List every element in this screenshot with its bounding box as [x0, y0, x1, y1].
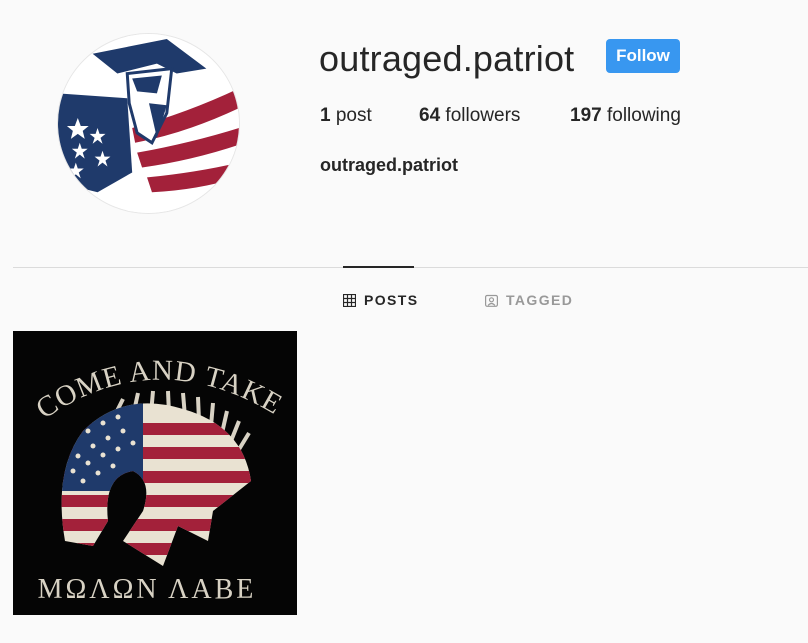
- posts-count-stat: 1 post: [320, 104, 372, 128]
- post-bottom-text: ΜΩΛΩΝ ΛΑΒΕ: [38, 574, 257, 605]
- followers-count-stat[interactable]: 64 followers: [419, 104, 520, 128]
- profile-username: outraged.patriot: [319, 38, 575, 79]
- tab-tagged[interactable]: TAGGED: [485, 290, 573, 310]
- post-image: COME AND TAKE ΜΩΛΩΝ ΛΑΒΕ: [13, 331, 297, 615]
- profile-full-name: outraged.patriot: [320, 155, 458, 175]
- tab-posts-label: POSTS: [364, 292, 419, 308]
- profile-avatar[interactable]: [57, 33, 240, 214]
- active-tab-indicator: [343, 266, 414, 268]
- patriot-logo-icon: [58, 34, 239, 213]
- post-thumbnail[interactable]: COME AND TAKE ΜΩΛΩΝ ΛΑΒΕ: [13, 331, 297, 615]
- tab-posts[interactable]: POSTS: [343, 290, 418, 310]
- posts-label: post: [335, 105, 372, 126]
- followers-count: 64: [419, 105, 441, 126]
- following-count-stat[interactable]: 197 following: [570, 104, 681, 128]
- tagged-icon: [485, 294, 498, 307]
- followers-label: followers: [445, 105, 521, 126]
- posts-count: 1: [320, 105, 331, 126]
- following-count: 197: [570, 105, 602, 126]
- follow-button[interactable]: Follow: [606, 39, 680, 73]
- tab-tagged-label: TAGGED: [506, 292, 574, 308]
- grid-icon: [343, 293, 356, 307]
- following-label: following: [606, 105, 681, 126]
